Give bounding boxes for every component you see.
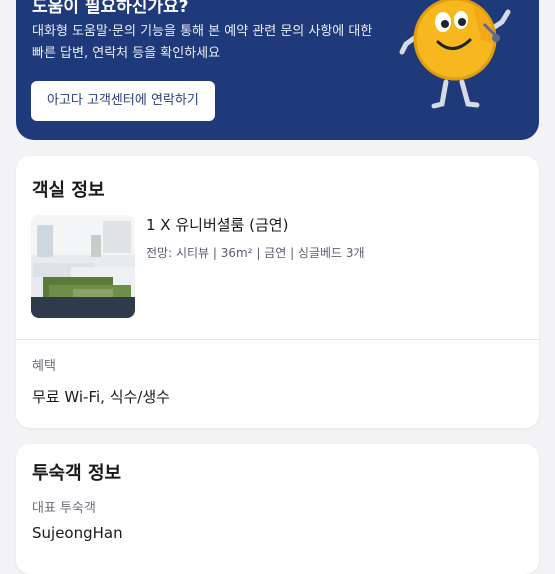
room-info-title: 객실 정보 [32, 180, 105, 201]
lead-guest-name: SujeongHan [32, 524, 123, 542]
room-info-card: 객실 정보 1 X 유니버셜룸 (금연) 전망: 시티뷰 | 36m² | 금연… [16, 156, 539, 428]
agoda-mascot-illustration [399, 0, 511, 109]
room-name: 1 X 유니버셜룸 (금연) [146, 216, 289, 234]
lead-guest-label: 대표 투숙객 [32, 501, 96, 516]
section-divider [16, 339, 539, 340]
room-thumbnail [31, 215, 135, 318]
help-description: 대화형 도움말·문의 기능을 통해 본 예약 관련 문의 사항에 대한 빠른 답… [32, 24, 373, 61]
contact-customer-center-button[interactable]: 아고다 고객센터에 연락하기 [31, 81, 215, 121]
guest-info-title: 투숙객 정보 [32, 463, 122, 484]
help-banner: 도움이 필요하신가요? 대화형 도움말·문의 기능을 통해 본 예약 관련 문의… [16, 0, 539, 140]
help-title: 도움이 필요하신가요? [32, 0, 189, 17]
room-details: 전망: 시티뷰 | 36m² | 금연 | 싱글베드 3개 [146, 246, 365, 260]
benefits-value: 무료 Wi-Fi, 식수/생수 [32, 388, 170, 406]
benefits-label: 혜택 [32, 359, 56, 374]
